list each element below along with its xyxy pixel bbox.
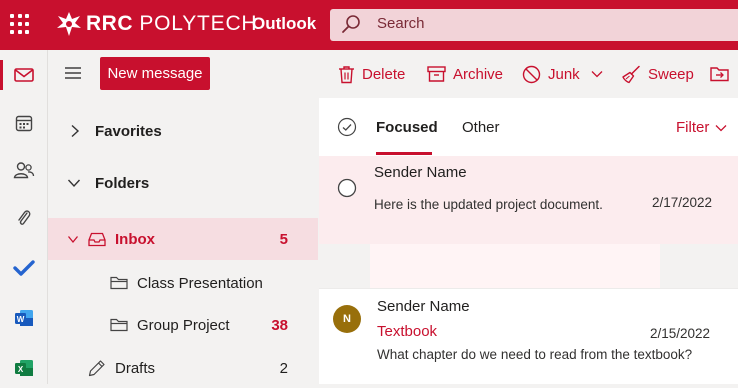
folder-class-presentation[interactable]: Class Presentation xyxy=(48,263,318,303)
sweep-label: Sweep xyxy=(648,65,694,83)
rail-calendar-button[interactable] xyxy=(0,103,48,143)
folders-label: Folders xyxy=(95,174,150,192)
junk-button[interactable]: Junk xyxy=(522,62,603,86)
app-title[interactable]: Outlook xyxy=(252,14,316,34)
svg-text:X: X xyxy=(18,365,24,374)
inbox-label: Inbox xyxy=(115,230,155,248)
message-sender: Sender Name xyxy=(374,164,467,181)
brand-name: RRC POLYTECH xyxy=(86,12,257,36)
search-input[interactable] xyxy=(377,15,717,32)
sender-avatar: N xyxy=(333,305,361,333)
folder-drafts[interactable]: Drafts 2 xyxy=(48,348,318,388)
rail-mail-button[interactable] xyxy=(0,55,48,95)
chevron-down-icon[interactable] xyxy=(591,70,603,78)
tab-focused[interactable]: Focused xyxy=(376,119,438,136)
chevron-down-icon xyxy=(67,235,79,243)
folders-header[interactable]: Folders xyxy=(48,163,318,203)
group-project-label: Group Project xyxy=(137,316,230,334)
message-preview: Here is the updated project document. xyxy=(374,197,603,212)
folder-icon xyxy=(110,276,128,290)
message-date: 2/17/2022 xyxy=(652,195,713,210)
pencil-icon xyxy=(88,360,105,377)
svg-text:W: W xyxy=(17,315,25,324)
chevron-down-icon xyxy=(715,124,727,131)
word-icon: W xyxy=(15,310,33,326)
rail-people-button[interactable] xyxy=(0,150,48,190)
message-sender: Sender Name xyxy=(377,298,470,315)
hamburger-menu-icon[interactable] xyxy=(64,66,82,80)
drafts-label: Drafts xyxy=(115,359,156,377)
message-select-checkbox-icon[interactable] xyxy=(337,178,357,198)
attachment-icon xyxy=(18,210,31,225)
tab-other[interactable]: Other xyxy=(462,119,500,136)
junk-label: Junk xyxy=(548,65,580,83)
mail-icon xyxy=(14,68,34,82)
brand-name-bold: RRC xyxy=(86,12,133,35)
new-message-button[interactable]: New message xyxy=(100,57,210,90)
favorites-header[interactable]: Favorites xyxy=(48,111,318,151)
search-icon xyxy=(342,15,360,33)
class-presentation-label: Class Presentation xyxy=(137,274,263,292)
archive-button[interactable]: Archive xyxy=(427,62,503,86)
delete-button[interactable]: Delete xyxy=(338,62,405,86)
broom-icon xyxy=(622,65,640,83)
rrc-logo-icon xyxy=(57,12,81,36)
drafts-count: 2 xyxy=(279,359,288,377)
archive-icon xyxy=(427,66,446,82)
delete-label: Delete xyxy=(362,65,406,83)
rail-word-button[interactable]: W xyxy=(0,298,48,338)
folder-inbox[interactable]: Inbox 5 xyxy=(48,218,318,260)
todo-icon xyxy=(13,260,35,276)
favorites-label: Favorites xyxy=(95,122,162,140)
people-icon xyxy=(13,162,35,179)
excel-icon: X xyxy=(15,360,33,376)
rail-files-button[interactable] xyxy=(0,198,48,238)
block-icon xyxy=(522,65,541,83)
folder-icon xyxy=(110,318,128,332)
trash-icon xyxy=(339,65,354,83)
sweep-button[interactable]: Sweep xyxy=(621,62,694,86)
group-project-unread-count: 38 xyxy=(271,316,288,334)
inbox-unread-count: 5 xyxy=(279,230,288,248)
inbox-icon xyxy=(88,232,106,246)
select-all-checkbox-icon[interactable] xyxy=(337,117,357,137)
filter-label: Filter xyxy=(676,119,710,136)
brand-name-suffix: POLYTECH xyxy=(139,12,258,35)
app-launcher-icon[interactable] xyxy=(8,12,32,36)
chevron-right-icon xyxy=(71,124,80,138)
message-item-hover-fade xyxy=(370,244,660,288)
chevron-down-icon xyxy=(67,179,81,188)
archive-label: Archive xyxy=(453,65,504,83)
move-to-button[interactable] xyxy=(710,62,729,86)
rail-excel-button[interactable]: X xyxy=(0,348,48,388)
folder-group-project[interactable]: Group Project 38 xyxy=(48,305,318,345)
filter-button[interactable]: Filter xyxy=(676,119,727,136)
rail-todo-button[interactable] xyxy=(0,248,48,288)
move-to-folder-icon xyxy=(710,67,729,82)
focused-tab-indicator xyxy=(376,152,432,155)
calendar-icon xyxy=(15,115,33,132)
message-date: 2/15/2022 xyxy=(650,326,711,341)
message-preview: What chapter do we need to read from the… xyxy=(377,347,693,362)
message-subject: Textbook xyxy=(377,323,438,340)
